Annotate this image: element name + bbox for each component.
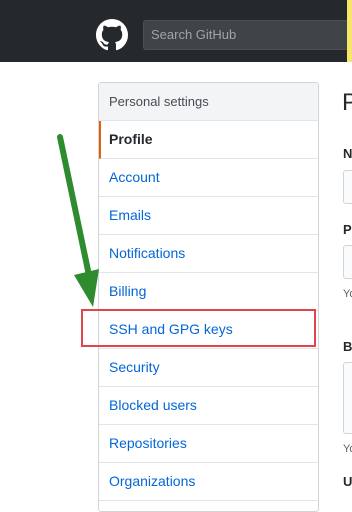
sidebar-item-security[interactable]: Security <box>99 349 318 387</box>
public-email-hint: Yo <box>343 288 352 300</box>
search-input[interactable]: Search GitHub <box>143 20 352 50</box>
sidebar-item-profile[interactable]: Profile <box>99 121 318 159</box>
sidebar-item-billing[interactable]: Billing <box>99 273 318 311</box>
public-email-select[interactable] <box>343 245 352 279</box>
public-email-label: P <box>343 222 352 237</box>
url-field-label: U <box>343 474 352 489</box>
github-logo-icon[interactable] <box>96 19 128 51</box>
sidebar-heading: Personal settings <box>99 83 318 121</box>
sidebar-item-notifications[interactable]: Notifications <box>99 235 318 273</box>
sidebar-item-account[interactable]: Account <box>99 159 318 197</box>
sidebar-item-emails[interactable]: Emails <box>99 197 318 235</box>
bio-hint: Yo <box>343 443 352 455</box>
settings-sidebar-menu: Personal settings Profile Account Emails… <box>98 82 319 512</box>
sidebar-item-repositories[interactable]: Repositories <box>99 425 318 463</box>
highlight-box <box>81 309 316 347</box>
name-input[interactable] <box>343 170 352 204</box>
notification-edge <box>347 0 352 62</box>
top-navigation-bar: Search GitHub <box>0 0 352 62</box>
page-title: P <box>342 89 352 116</box>
green-arrow-icon <box>57 134 99 307</box>
bio-field-label: B <box>343 339 352 354</box>
name-field-label: N <box>343 146 352 161</box>
sidebar-item-blocked-users[interactable]: Blocked users <box>99 387 318 425</box>
sidebar-item-organizations[interactable]: Organizations <box>99 463 318 501</box>
bio-textarea[interactable] <box>343 362 352 434</box>
